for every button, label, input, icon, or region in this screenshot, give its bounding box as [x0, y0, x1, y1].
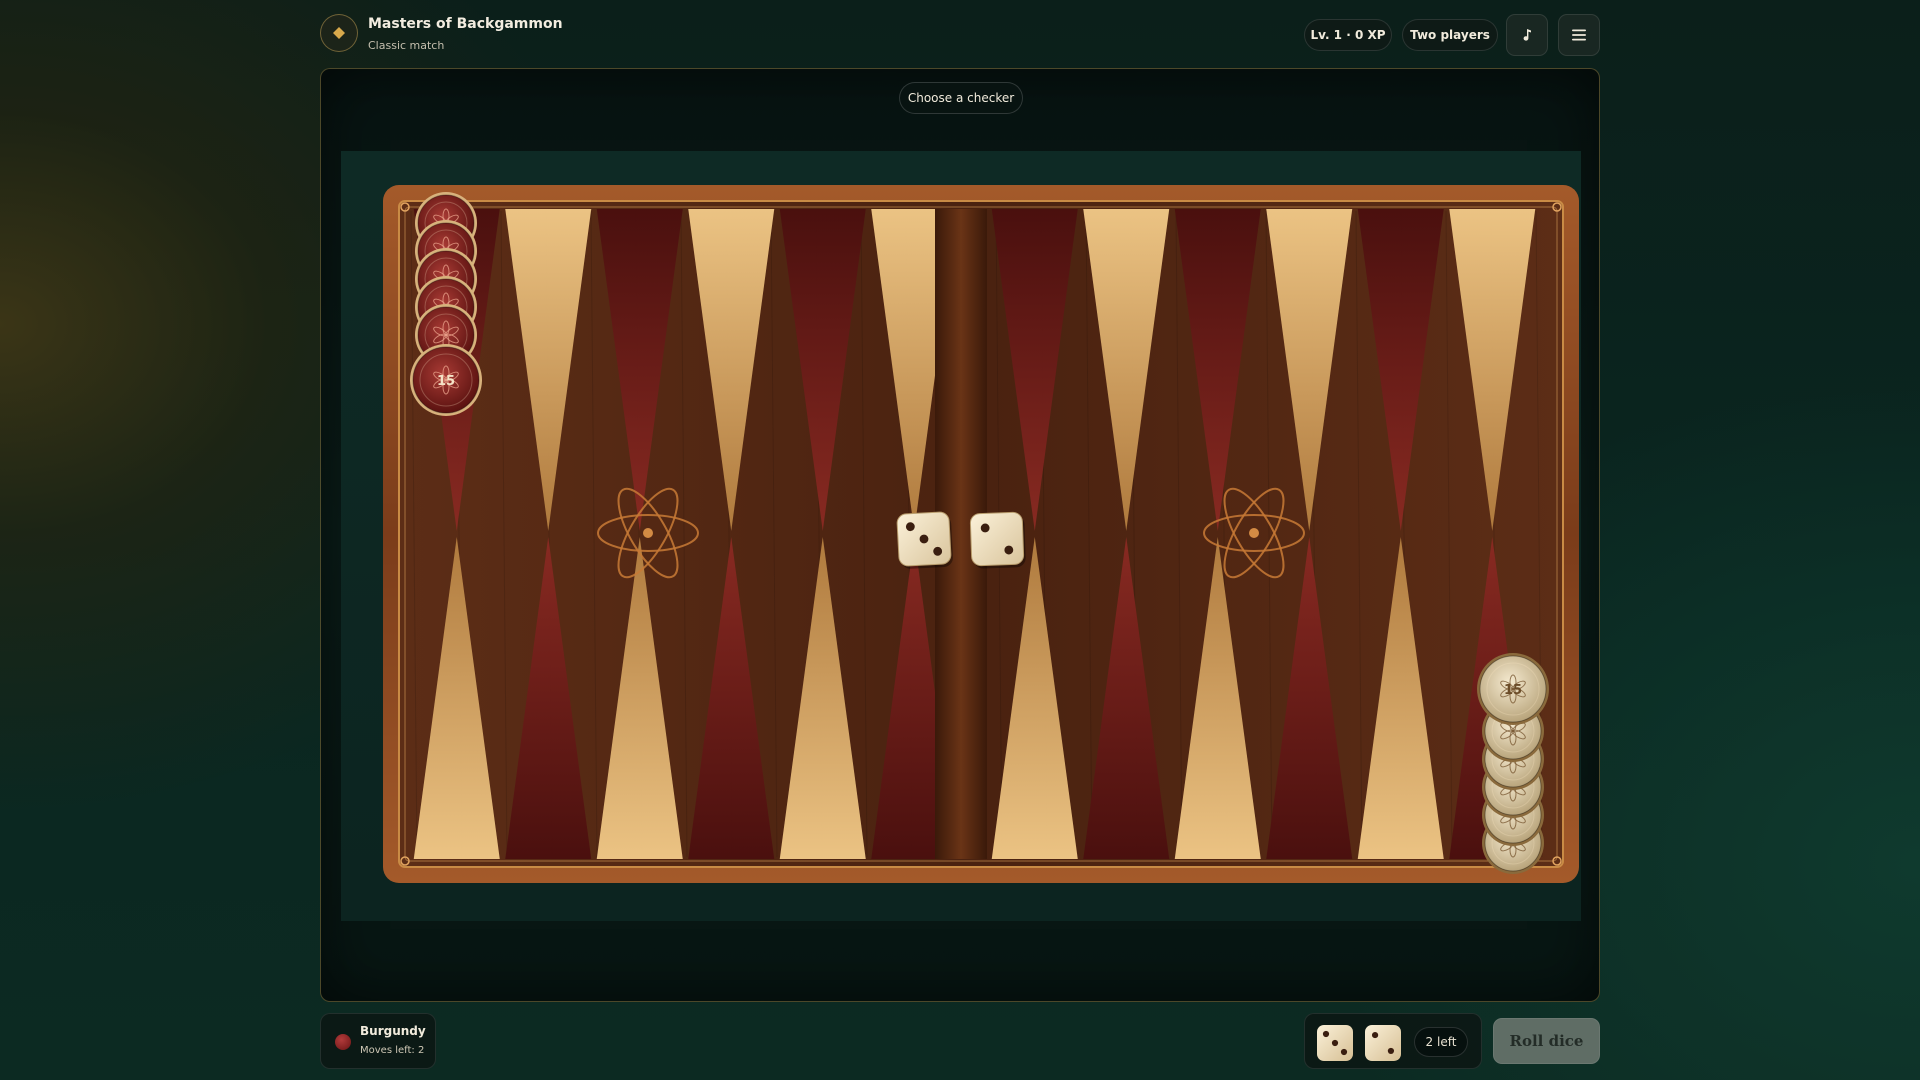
ivory-stack-count: 15	[1504, 683, 1522, 698]
turn-prompt: Choose a checker	[899, 82, 1023, 114]
ornament-core	[1249, 528, 1259, 538]
board-area: 15 15	[341, 151, 1581, 921]
game-panel: Choose a checker 15 15	[320, 68, 1600, 1002]
mini-die-pip	[1371, 1031, 1379, 1039]
game-mode-button[interactable]: Two players	[1402, 19, 1498, 51]
mini-die-pip	[1331, 1039, 1339, 1047]
backgammon-board[interactable]: 1515	[341, 151, 1581, 921]
hamburger-menu-icon	[1572, 29, 1586, 41]
die	[896, 511, 954, 569]
mini-die-face	[1365, 1025, 1401, 1061]
dice-tray: 2 left	[1304, 1013, 1482, 1069]
app-subtitle: Classic match	[368, 39, 445, 52]
menu-button[interactable]	[1558, 14, 1600, 56]
dice-remaining-badge: 2 left	[1414, 1027, 1468, 1057]
burgundy-stack-count: 15	[437, 374, 455, 389]
mini-die-pip	[1340, 1048, 1348, 1056]
mini-die-pip	[1322, 1030, 1330, 1038]
mini-die-pip	[1387, 1047, 1395, 1055]
app-title: Masters of Backgammon	[368, 16, 563, 32]
level-badge[interactable]: Lv. 1 · 0 XP	[1304, 19, 1392, 51]
die	[969, 511, 1026, 569]
tray-die-1	[1317, 1025, 1353, 1061]
current-player-card: Burgundy Moves left: 2	[320, 1013, 436, 1069]
tray-die-2	[1365, 1025, 1401, 1061]
app-logo	[320, 14, 358, 52]
music-toggle-button[interactable]	[1506, 14, 1548, 56]
player-name: Burgundy	[360, 1024, 426, 1038]
music-note-icon	[1523, 29, 1531, 41]
moves-left-label: Moves left: 2	[360, 1045, 425, 1056]
diamond-icon	[333, 27, 345, 39]
die-face	[969, 511, 1025, 567]
player-color-dot	[335, 1034, 351, 1050]
roll-dice-button[interactable]: Roll dice	[1493, 1018, 1600, 1064]
top-bar: Masters of Backgammon Classic match Lv. …	[320, 14, 1600, 58]
ornament-core	[643, 528, 653, 538]
